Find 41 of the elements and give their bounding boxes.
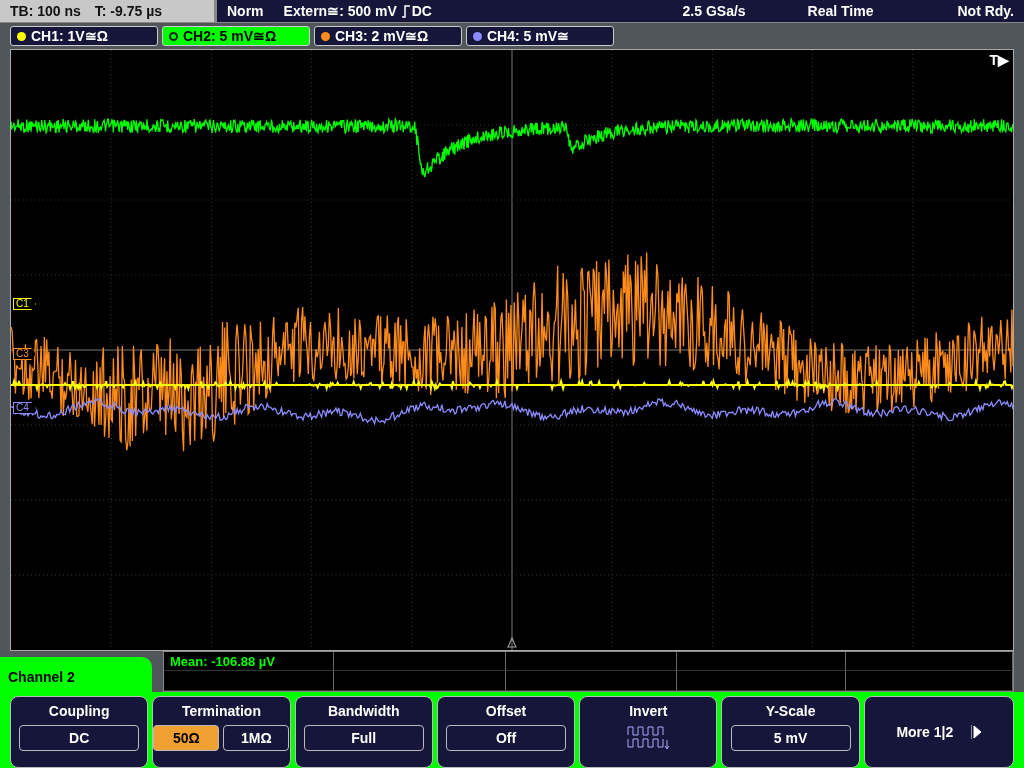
softkey-title: Invert <box>629 703 668 719</box>
softkey[interactable]: Y-Scale 5 mV <box>721 696 860 768</box>
acquisition-state: Not Rdy. <box>957 3 1014 20</box>
timebase: TB: 100 ns <box>10 3 81 20</box>
option-button[interactable]: 50Ω <box>153 725 220 751</box>
more-button[interactable]: More 1|2 <box>863 696 1014 768</box>
channel-tab[interactable]: CH3: 2 mV≅Ω <box>314 26 462 47</box>
softkey-title: Coupling <box>48 703 110 719</box>
trigger-source: Extern≅: 500 mV <box>283 3 397 20</box>
value-button[interactable]: 5 mV <box>730 725 851 751</box>
option-button[interactable]: 1MΩ <box>223 725 290 751</box>
trigger-coupling: DC <box>411 3 432 20</box>
invert-pulse-icon <box>627 725 670 751</box>
softkey[interactable]: Bandwidth Full <box>294 696 433 768</box>
channel-marker[interactable]: C4 <box>13 401 36 414</box>
softkey[interactable]: Termination 50Ω 1MΩ <box>152 696 291 768</box>
value-button[interactable]: Off <box>446 725 566 751</box>
value-button[interactable]: Full <box>303 725 424 751</box>
trigger-mode: Norm <box>227 3 264 20</box>
acquisition-mode: Real Time <box>807 3 874 20</box>
channel-marker[interactable]: C3 <box>13 347 36 360</box>
trigger-marker: T▶ <box>989 51 1009 68</box>
softkey[interactable]: Offset Off <box>436 696 576 768</box>
trigger-time: T: -9.75 µs <box>94 3 163 20</box>
softkey[interactable]: Invert <box>579 696 718 768</box>
rising-edge-icon <box>400 4 411 19</box>
trigger-position-icon <box>507 637 517 648</box>
channel-tab[interactable]: CH2: 5 mV≅Ω <box>162 26 310 47</box>
play-icon <box>971 725 982 739</box>
softkey[interactable]: Coupling DC <box>10 696 149 768</box>
channel-marker[interactable]: C1 <box>13 297 36 310</box>
softkey-title: Termination <box>181 703 261 719</box>
softkey-title: Offset <box>485 703 527 719</box>
value-button[interactable]: DC <box>19 725 140 751</box>
softkey-title: Y-Scale <box>765 703 816 719</box>
measurement-value: Mean: -106.88 µV <box>169 652 277 671</box>
channel-tab[interactable]: CH1: 1V≅Ω <box>10 26 158 47</box>
menu-title: Channel 2 <box>0 656 152 692</box>
channel-tab[interactable]: CH4: 5 mV≅ <box>466 26 614 47</box>
softkey-title: Bandwidth <box>327 703 400 719</box>
sample-rate: 2.5 GSa/s <box>682 3 746 20</box>
